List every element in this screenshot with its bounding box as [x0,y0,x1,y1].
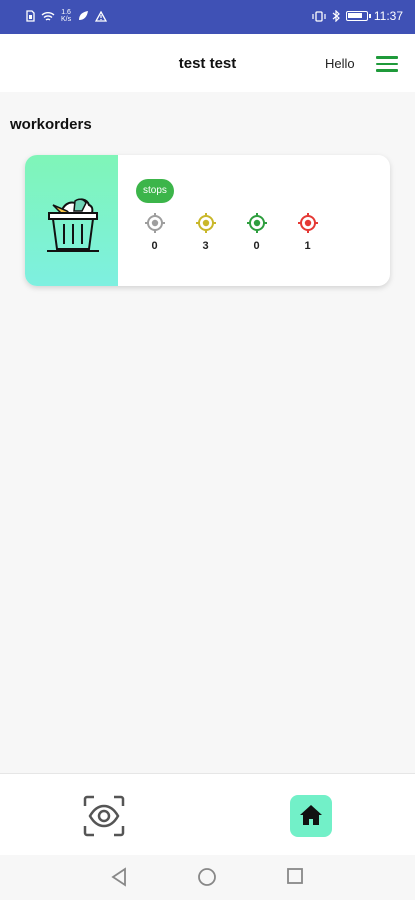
gray-target-icon [144,213,165,233]
back-icon[interactable] [110,867,128,887]
stop-counts: 0 3 0 1 [129,213,333,252]
stops-badge[interactable]: stops [136,179,174,203]
green-target-icon [246,213,267,233]
workorder-card[interactable]: stops 0 3 0 1 [25,155,390,286]
section-title: workorders [10,116,92,133]
count-red: 1 [282,213,333,252]
count-gray: 0 [129,213,180,252]
warning-icon [95,10,108,22]
leaf-icon [79,11,89,20]
greeting-text: Hello [325,56,355,71]
recents-icon[interactable] [286,867,304,885]
workorder-thumbnail [25,155,118,286]
app-header: test test Hello [0,34,415,92]
red-target-icon [297,213,318,233]
count-green: 0 [231,213,282,252]
count-value: 3 [202,240,209,252]
hamburger-menu-icon[interactable] [376,56,398,72]
battery-icon [345,11,371,21]
system-navigation-bar [0,855,415,900]
status-bar-left: 1.6 K/s [26,9,108,23]
count-yellow: 3 [180,213,231,252]
clock: 11:37 [373,9,403,23]
status-bar-right: 11:37 [312,9,403,23]
home-button[interactable] [290,795,332,837]
status-bar: 1.6 K/s 11:37 [0,0,415,34]
eye-scan-icon [83,795,125,837]
scan-button[interactable] [82,794,126,838]
home-circle-icon[interactable] [197,867,217,887]
count-value: 0 [151,240,158,252]
yellow-target-icon [195,213,216,233]
vibrate-icon [312,10,326,22]
count-value: 0 [253,240,260,252]
sim-icon [26,10,35,22]
network-speed: 1.6 K/s [61,9,72,23]
bluetooth-icon [332,10,340,22]
trash-basket-icon [47,198,99,252]
wifi-icon [41,11,55,21]
count-value: 1 [304,240,311,252]
bottom-navigation [0,773,415,855]
home-icon [300,805,322,825]
